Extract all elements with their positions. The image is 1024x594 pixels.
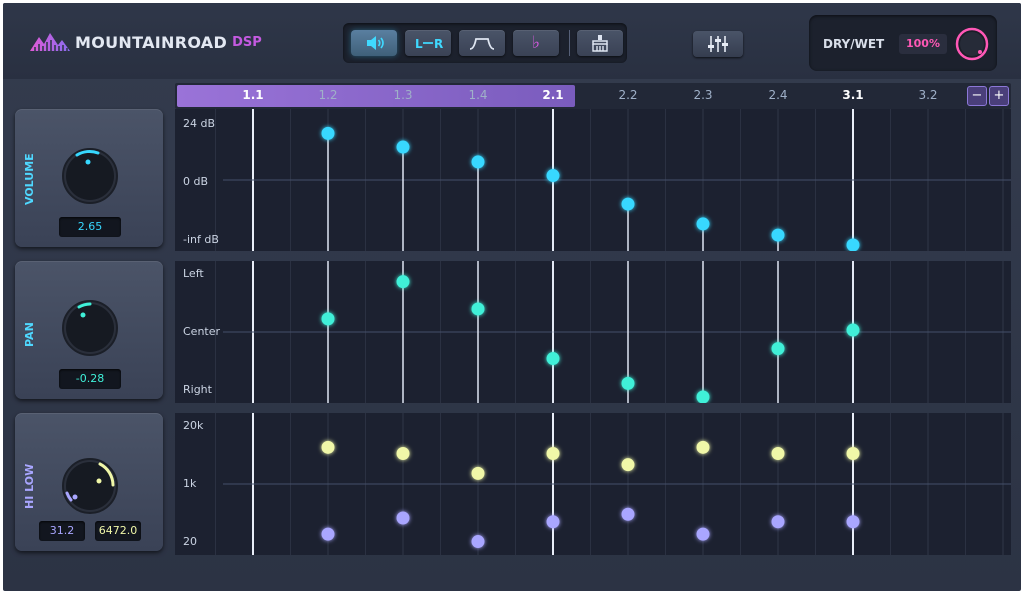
pan-axis-bottom: Right (183, 383, 212, 396)
hilow-axis-bottom: 20 (183, 535, 197, 548)
lr-button[interactable]: L R (405, 30, 451, 56)
volume-point[interactable] (321, 126, 335, 140)
dry-wet-label: DRY/WET (823, 37, 885, 51)
low-cut-readout[interactable]: 31.2 (39, 521, 85, 541)
step-label-3-1[interactable]: 3.1 (833, 88, 873, 102)
speaker-button[interactable] (351, 30, 397, 56)
hilow-point[interactable] (546, 447, 560, 461)
step-label-2-2[interactable]: 2.2 (608, 88, 648, 102)
filter-shape-button[interactable] (459, 30, 505, 56)
flat-icon: ♭ (531, 33, 541, 53)
svg-text:L: L (415, 37, 423, 51)
dry-wet-knob[interactable] (953, 25, 991, 63)
volume-panel: VOLUME 2.65 (15, 109, 163, 247)
step-label-1-1[interactable]: 1.1 (233, 88, 273, 102)
volume-axis-mid: 0 dB (183, 175, 209, 188)
plugin-window: MOUNTAINROAD DSP L R ♭ DRY/WET 100% 1.1 … (3, 3, 1021, 591)
volume-axis-top: 24 dB (183, 117, 216, 130)
step-label-2-1[interactable]: 2.1 (533, 88, 573, 102)
hilow-point[interactable] (546, 515, 560, 529)
pan-point[interactable] (846, 323, 860, 337)
volume-point[interactable] (396, 140, 410, 154)
logo: MOUNTAINROAD DSP (29, 31, 262, 53)
pan-title: PAN (23, 322, 36, 347)
mode-toolbar: L R ♭ (343, 23, 627, 63)
dry-wet-readout: 100% (899, 34, 947, 54)
clear-button[interactable] (577, 30, 623, 56)
volume-point[interactable] (546, 169, 560, 183)
hilow-point[interactable] (471, 535, 485, 549)
dry-wet-section: DRY/WET 100% (809, 15, 997, 71)
hilow-point[interactable] (321, 527, 335, 541)
hilow-point[interactable] (846, 515, 860, 529)
mixer-button[interactable] (693, 31, 743, 57)
hilow-point[interactable] (471, 466, 485, 480)
sliders-icon (708, 36, 728, 52)
flat-button[interactable]: ♭ (513, 30, 559, 56)
pan-point[interactable] (471, 302, 485, 316)
zoom-out-button[interactable]: − (967, 86, 987, 106)
hilow-graph[interactable]: 20k 1k 20 (175, 413, 1011, 555)
step-label-1-2[interactable]: 1.2 (308, 88, 348, 102)
hilow-point[interactable] (396, 447, 410, 461)
pan-point[interactable] (621, 376, 635, 390)
hilow-point[interactable] (771, 447, 785, 461)
hilow-point[interactable] (321, 440, 335, 454)
svg-text:R: R (434, 37, 443, 51)
hilow-point[interactable] (696, 527, 710, 541)
hilow-knob[interactable] (59, 455, 121, 517)
volume-title: VOLUME (23, 153, 36, 205)
speaker-icon (367, 36, 384, 50)
zoom-in-button[interactable]: + (989, 86, 1009, 106)
hilow-panel: HI LOW 31.2 6472.0 (15, 413, 163, 551)
high-cut-readout[interactable]: 6472.0 (95, 521, 141, 541)
pan-graph[interactable]: Left Center Right (175, 261, 1011, 403)
pan-point[interactable] (321, 312, 335, 326)
volume-readout[interactable]: 2.65 (59, 217, 121, 237)
brush-icon (592, 35, 608, 52)
step-label-1-4[interactable]: 1.4 (458, 88, 498, 102)
pan-axis-top: Left (183, 267, 204, 280)
step-label-2-3[interactable]: 2.3 (683, 88, 723, 102)
brand-suffix: DSP (232, 34, 262, 50)
hilow-axis-top: 20k (183, 419, 204, 432)
volume-point[interactable] (771, 228, 785, 242)
brand-name: MOUNTAINROAD (75, 32, 228, 52)
hilow-point[interactable] (621, 458, 635, 472)
hilow-axis-mid: 1k (183, 477, 197, 490)
hilow-point[interactable] (696, 440, 710, 454)
hilow-point[interactable] (621, 507, 635, 521)
hilow-point[interactable] (396, 511, 410, 525)
lr-routing-icon: L R (415, 37, 443, 51)
pan-point[interactable] (546, 352, 560, 366)
volume-axis-bottom: -inf dB (183, 233, 219, 246)
mountain-logo-icon (30, 33, 70, 51)
hilow-point[interactable] (846, 447, 860, 461)
step-label-3-2[interactable]: 3.2 (908, 88, 948, 102)
hilow-title: HI LOW (23, 463, 36, 509)
volume-point[interactable] (696, 217, 710, 231)
volume-knob[interactable] (59, 145, 121, 207)
volume-graph[interactable]: 24 dB 0 dB -inf dB (175, 109, 1011, 251)
pan-knob[interactable] (59, 297, 121, 359)
step-label-2-4[interactable]: 2.4 (758, 88, 798, 102)
pan-axis-mid: Center (183, 325, 221, 338)
toolbar-divider (569, 30, 570, 56)
pan-point[interactable] (771, 342, 785, 356)
volume-point[interactable] (471, 155, 485, 169)
header: MOUNTAINROAD DSP L R ♭ DRY/WET 100% (3, 3, 1021, 79)
step-label-1-3[interactable]: 1.3 (383, 88, 423, 102)
hilow-point[interactable] (771, 515, 785, 529)
pan-readout[interactable]: -0.28 (59, 369, 121, 389)
filter-shape-icon (469, 38, 495, 50)
pan-point[interactable] (396, 275, 410, 289)
volume-point[interactable] (846, 238, 860, 252)
step-ruler[interactable]: 1.1 1.2 1.3 1.4 2.1 2.2 2.3 2.4 3.1 3.2 − + (175, 83, 1011, 109)
pan-panel: PAN -0.28 (15, 261, 163, 399)
pan-point[interactable] (696, 390, 710, 404)
volume-point[interactable] (621, 197, 635, 211)
